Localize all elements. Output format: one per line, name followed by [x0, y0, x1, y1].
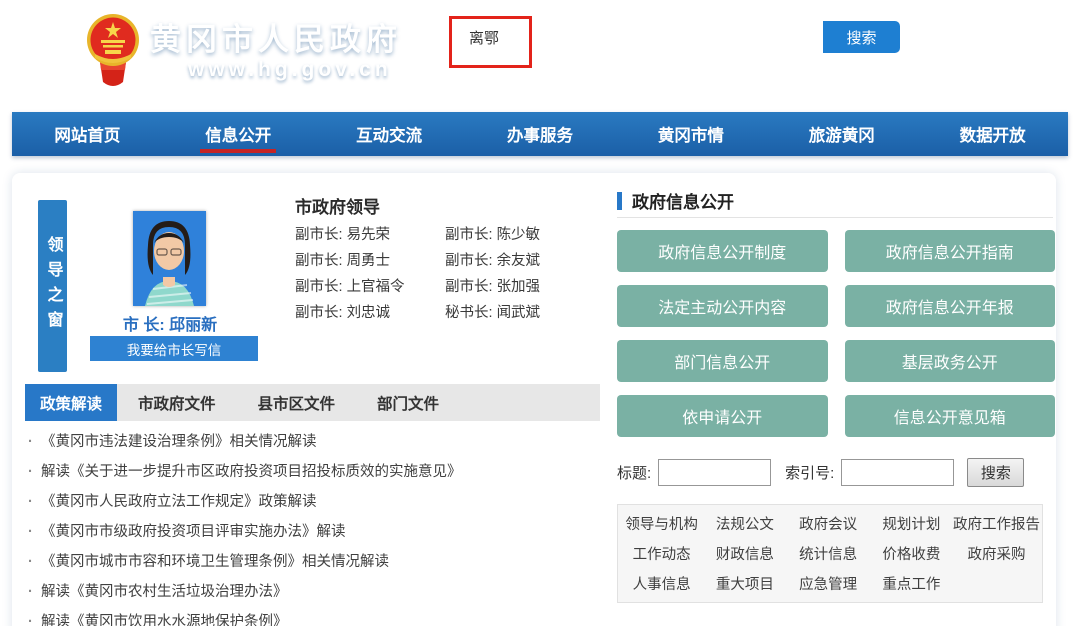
- mayor-name-link[interactable]: 邱丽新: [169, 317, 217, 334]
- index-field-label: 索引号:: [785, 462, 834, 483]
- leader-name-link[interactable]: 周勇士: [347, 253, 391, 269]
- tab-municipal-documents[interactable]: 市政府文件: [117, 384, 237, 421]
- link-personnel[interactable]: 人事信息: [633, 573, 691, 594]
- nav-item-city-overview[interactable]: 黄冈市情: [615, 112, 766, 156]
- btn-suggestion-box[interactable]: 信息公开意见箱: [845, 395, 1056, 437]
- info-links-grid: 领导与机构 法规公文 政府会议 规划计划 政府工作报告 工作动态 财政信息 统计…: [617, 504, 1043, 603]
- tab-county-documents[interactable]: 县市区文件: [237, 384, 357, 421]
- tab-policy-interpretation[interactable]: 政策解读: [25, 384, 117, 421]
- leader-entry: 副市长: 易先荣: [295, 222, 445, 248]
- header-search-bar: 搜索: [455, 21, 900, 53]
- policy-list-item[interactable]: 《黄冈市违法建设治理条例》相关情况解读: [28, 427, 608, 457]
- mayor-name-line: 市 长: 邱丽新: [85, 311, 255, 335]
- policy-list-item[interactable]: 解读《黄冈市饮用水水源地保护条例》: [28, 607, 608, 626]
- btn-grassroots-disclosure[interactable]: 基层政务公开: [845, 340, 1056, 382]
- link-leaders-institutions[interactable]: 领导与机构: [625, 513, 698, 534]
- leader-entry: 副市长: 刘忠诚: [295, 300, 445, 326]
- nav-item-tourism[interactable]: 旅游黄冈: [766, 112, 917, 156]
- header-accent-bar: [617, 192, 622, 210]
- leader-name-link[interactable]: 上官福令: [347, 279, 405, 295]
- policy-list-item[interactable]: 解读《黄冈市农村生活垃圾治理办法》: [28, 577, 608, 607]
- btn-disclosure-system[interactable]: 政府信息公开制度: [617, 230, 828, 272]
- info-disclosure-title: 政府信息公开: [632, 188, 734, 213]
- nav-item-open-data[interactable]: 数据开放: [917, 112, 1068, 156]
- leader-name-link[interactable]: 刘忠诚: [347, 305, 391, 321]
- leader-entry: 副市长: 周勇士: [295, 248, 445, 274]
- policy-list-item[interactable]: 解读《关于进一步提升市区政府投资项目招投标质效的实施意见》: [28, 457, 608, 487]
- site-url: www.hg.gov.cn: [188, 58, 392, 82]
- btn-annual-report[interactable]: 政府信息公开年报: [845, 285, 1056, 327]
- link-work-news[interactable]: 工作动态: [633, 543, 691, 564]
- gov-leaders-list: 副市长: 易先荣 副市长: 陈少敏 副市长: 周勇士 副市长: 余友斌 副市长:…: [295, 222, 605, 326]
- write-to-mayor-button[interactable]: 我要给市长写信: [90, 336, 258, 361]
- national-emblem-logo: [86, 10, 140, 92]
- link-key-work[interactable]: 重点工作: [882, 573, 940, 594]
- policy-interpretation-list: 《黄冈市违法建设治理条例》相关情况解读 解读《关于进一步提升市区政府投资项目招投…: [28, 427, 608, 626]
- site-title: 黄冈市人民政府: [150, 14, 402, 59]
- title-search-input[interactable]: [658, 459, 771, 486]
- btn-statutory-content[interactable]: 法定主动公开内容: [617, 285, 828, 327]
- leadership-window-tab[interactable]: 领导之窗: [38, 200, 67, 372]
- link-emergency-mgmt[interactable]: 应急管理: [799, 573, 857, 594]
- header-separator: [617, 217, 1053, 218]
- page: 黄冈市人民政府 www.hg.gov.cn 搜索 网站首页 信息公开 互动交流 …: [0, 0, 1080, 626]
- info-disclosure-button-grid: 政府信息公开制度 政府信息公开指南 法定主动公开内容 政府信息公开年报 部门信息…: [617, 230, 1055, 437]
- document-search-button[interactable]: 搜索: [967, 458, 1024, 487]
- policy-list-item[interactable]: 《黄冈市人民政府立法工作规定》政策解读: [28, 487, 608, 517]
- link-gov-meetings[interactable]: 政府会议: [799, 513, 857, 534]
- leader-entry: 秘书长: 闻武斌: [445, 300, 605, 326]
- btn-department-disclosure[interactable]: 部门信息公开: [617, 340, 828, 382]
- info-disclosure-header: 政府信息公开: [617, 188, 734, 213]
- nav-item-home[interactable]: 网站首页: [12, 112, 163, 156]
- leader-entry: 副市长: 上官福令: [295, 274, 445, 300]
- nav-item-interaction[interactable]: 互动交流: [314, 112, 465, 156]
- btn-disclosure-guide[interactable]: 政府信息公开指南: [845, 230, 1056, 272]
- policy-list-item[interactable]: 《黄冈市市级政府投资项目评审实施办法》解读: [28, 517, 608, 547]
- header-search-input[interactable]: [455, 21, 823, 53]
- leader-name-link[interactable]: 陈少敏: [497, 227, 541, 243]
- link-major-projects[interactable]: 重大项目: [716, 573, 774, 594]
- mayor-title-label: 市 长:: [123, 317, 165, 334]
- mayor-photo[interactable]: [133, 211, 206, 306]
- link-statistics[interactable]: 统计信息: [799, 543, 857, 564]
- leader-name-link[interactable]: 闻武斌: [497, 305, 541, 321]
- link-gov-procurement[interactable]: 政府采购: [968, 543, 1026, 564]
- document-search-form: 标题: 索引号: 搜索: [617, 456, 1055, 488]
- link-fiscal-info[interactable]: 财政信息: [716, 543, 774, 564]
- leader-name-link[interactable]: 张加强: [497, 279, 541, 295]
- nav-item-info-disclosure[interactable]: 信息公开: [163, 112, 314, 156]
- leader-name-link[interactable]: 余友斌: [497, 253, 541, 269]
- nav-item-services[interactable]: 办事服务: [465, 112, 616, 156]
- leader-entry: 副市长: 余友斌: [445, 248, 605, 274]
- btn-disclosure-by-request[interactable]: 依申请公开: [617, 395, 828, 437]
- title-field-label: 标题:: [617, 462, 651, 483]
- leader-entry: 副市长: 张加强: [445, 274, 605, 300]
- main-panel: 领导之窗 市 长: 邱丽新 我要给市长写信 市政府领导 副市长: 易先荣 副市长…: [12, 173, 1056, 626]
- leader-entry: 副市长: 陈少敏: [445, 222, 605, 248]
- main-nav: 网站首页 信息公开 互动交流 办事服务 黄冈市情 旅游黄冈 数据开放: [12, 112, 1068, 156]
- leader-name-link[interactable]: 易先荣: [347, 227, 391, 243]
- link-pricing-fees[interactable]: 价格收费: [882, 543, 940, 564]
- policy-list-item[interactable]: 《黄冈市城市市容和环境卫生管理条例》相关情况解读: [28, 547, 608, 577]
- header-search-button[interactable]: 搜索: [823, 21, 900, 53]
- index-search-input[interactable]: [841, 459, 954, 486]
- document-tabs: 政策解读 市政府文件 县市区文件 部门文件: [25, 384, 600, 421]
- link-work-report[interactable]: 政府工作报告: [953, 513, 1040, 534]
- link-planning[interactable]: 规划计划: [882, 513, 940, 534]
- link-regulations[interactable]: 法规公文: [716, 513, 774, 534]
- gov-leaders-title: 市政府领导: [295, 193, 380, 218]
- tab-department-documents[interactable]: 部门文件: [356, 384, 460, 421]
